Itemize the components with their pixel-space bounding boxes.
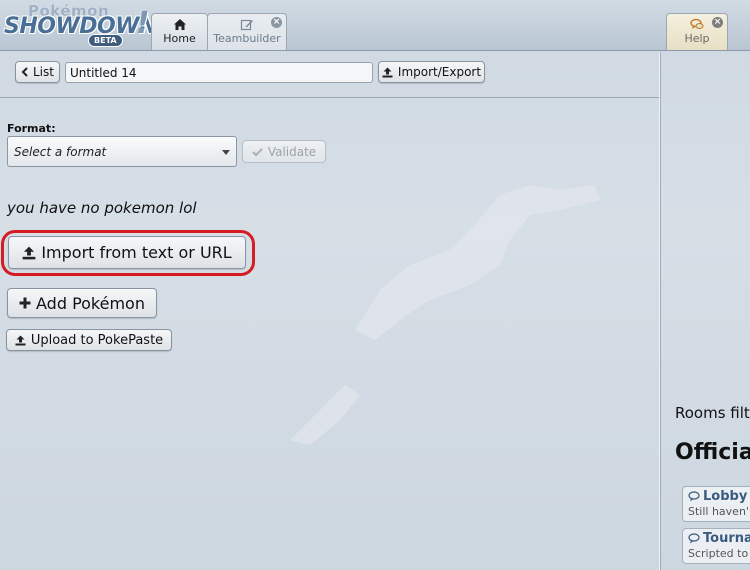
room-description: Scripted to (688, 547, 749, 560)
showdown-logo[interactable]: Pokémon SHOWDOWN BETA ! (2, 2, 157, 48)
team-name-input[interactable] (65, 62, 373, 83)
close-tab-help-icon[interactable]: × (712, 17, 723, 28)
room-name: Tourna (703, 531, 750, 546)
checkmark-icon (252, 147, 263, 157)
rooms-filter-label: Rooms filt (675, 404, 750, 422)
add-pokemon-label: Add Pokémon (36, 293, 145, 313)
logo-beta-badge: BETA (88, 34, 123, 47)
tab-teambuilder-label: Teambuilder (213, 32, 281, 45)
room-description: Still haven' (688, 505, 749, 518)
import-export-label: Import/Export (397, 65, 482, 79)
format-select[interactable]: Select a format (7, 136, 237, 167)
add-pokemon-button[interactable]: Add Pokémon (7, 288, 157, 318)
upload-icon (382, 67, 393, 77)
room-item-tournaments[interactable]: Tourna Scripted to (682, 528, 750, 564)
upload-pokepaste-label: Upload to PokePaste (30, 332, 164, 348)
tab-help-label: Help (684, 32, 710, 45)
tab-home[interactable]: Home (151, 13, 208, 50)
empty-team-message: you have no pokemon lol (7, 199, 197, 217)
chat-bubble-icon (688, 533, 700, 544)
validate-label: Validate (267, 144, 317, 159)
upload-pokepaste-button[interactable]: Upload to PokePaste (6, 329, 172, 351)
import-export-button[interactable]: Import/Export (378, 61, 485, 83)
rooms-panel: Rooms filt Officia Lobby Still haven' To… (661, 52, 750, 570)
dropdown-caret-icon (222, 150, 230, 155)
teambuilder-panel: List Import/Export Format: Select a form… (0, 52, 659, 570)
room-item-lobby[interactable]: Lobby Still haven' (682, 486, 750, 522)
tab-teambuilder[interactable]: Teambuilder × (207, 13, 287, 50)
plus-icon (19, 297, 31, 309)
room-name: Lobby (703, 489, 748, 504)
import-from-text-button[interactable]: Import from text or URL (8, 236, 246, 269)
logo-showdown-text: SHOWDOWN (4, 14, 157, 39)
edit-icon (240, 19, 253, 31)
official-rooms-heading: Officia (675, 440, 750, 465)
top-header: Pokémon SHOWDOWN BETA ! Home Teambuilder… (0, 0, 750, 51)
close-tab-teambuilder-icon[interactable]: × (271, 17, 282, 28)
chevron-left-icon (21, 67, 28, 77)
upload-icon (22, 246, 36, 259)
team-topbar: List Import/Export (0, 52, 659, 98)
chat-bubbles-icon (690, 18, 704, 29)
import-from-text-label: Import from text or URL (41, 243, 232, 262)
upload-icon (15, 335, 26, 345)
format-label: Format: (7, 122, 56, 135)
validate-button[interactable]: Validate (242, 140, 326, 163)
home-icon (173, 19, 186, 30)
back-to-list-label: List (33, 65, 54, 79)
tab-help[interactable]: Help × (666, 13, 728, 50)
back-to-list-button[interactable]: List (15, 61, 60, 83)
chat-bubble-icon (688, 491, 700, 502)
tab-home-label: Home (163, 32, 196, 45)
format-select-value: Select a format (14, 144, 107, 159)
logo-exclamation: ! (136, 6, 150, 41)
